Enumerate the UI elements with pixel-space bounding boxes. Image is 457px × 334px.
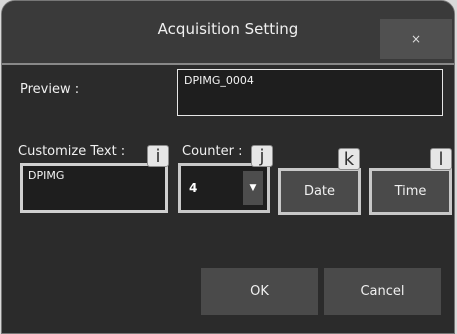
customize-text-input[interactable]: DPIMG	[20, 163, 168, 213]
ok-button[interactable]: OK	[201, 268, 318, 315]
counter-select[interactable]: 4 ▼	[178, 163, 270, 213]
callout-marker-i: i	[147, 145, 169, 167]
counter-label: Counter :	[182, 144, 243, 159]
title-separator	[2, 63, 454, 65]
callout-marker-j: j	[251, 145, 273, 167]
title-bar: Acquisition Setting ×	[2, 1, 454, 63]
customize-text-label: Customize Text :	[18, 144, 126, 159]
cancel-button[interactable]: Cancel	[324, 268, 441, 315]
close-button[interactable]: ×	[380, 19, 452, 59]
callout-marker-k: k	[338, 148, 360, 170]
chevron-down-icon[interactable]: ▼	[243, 171, 263, 205]
date-button[interactable]: Date	[278, 168, 361, 215]
preview-label: Preview :	[20, 82, 80, 97]
acquisition-setting-dialog: Acquisition Setting × Preview : DPIMG_00…	[1, 0, 455, 334]
callout-marker-l: l	[430, 148, 452, 170]
counter-value: 4	[189, 181, 198, 195]
time-button[interactable]: Time	[369, 168, 452, 215]
preview-field: DPIMG_0004	[177, 69, 443, 116]
